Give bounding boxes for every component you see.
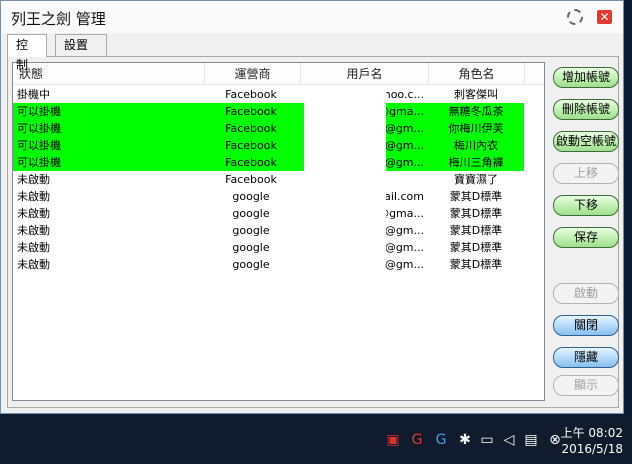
close-button[interactable]: 關閉	[553, 315, 619, 336]
provider-cell: Facebook	[225, 156, 277, 169]
status-cell: 未啟動	[17, 190, 50, 203]
role-cell: 梅川內衣	[454, 139, 498, 152]
start-empty-account-button[interactable]: 啟動空帳號	[553, 131, 619, 152]
status-cell: 未啟動	[17, 173, 50, 186]
column-header-username[interactable]: 用戶名	[301, 63, 429, 85]
provider-cell: google	[232, 241, 270, 254]
role-cell: 你梅川伊芙	[448, 122, 504, 135]
table-row[interactable]: 未啟動 google @gm... 蒙其D標準	[13, 239, 524, 256]
app-window: 列王之劍 管理 ✕ 控制 設置 狀態 運營商 用戶名 角色名 掛機中 Facebo…	[0, 0, 624, 414]
table-row[interactable]: 掛機中 Facebook hoo.c... 刺客傑叫	[13, 86, 524, 103]
table-row[interactable]: 未啟動 Facebook 寶寶濕了	[13, 171, 524, 188]
table-row[interactable]: 可以掛機 Facebook @gm... 梅川三角褲	[13, 154, 524, 171]
network-icon[interactable]: ▭	[478, 431, 496, 449]
control-panel: 狀態 運營商 用戶名 角色名 掛機中 Facebook hoo.c... 刺客傑叫 可以…	[7, 56, 619, 408]
provider-cell: Facebook	[225, 139, 277, 152]
role-cell: 蒙其D標準	[449, 190, 503, 203]
start-button[interactable]: 啟動	[553, 283, 619, 304]
column-header-role[interactable]: 角色名	[429, 63, 525, 85]
status-cell: 可以掛機	[17, 156, 61, 169]
move-up-button[interactable]: 上移	[553, 163, 619, 184]
taskbar: ▣ G G ✱ ▭ ◁ ▤ ⊗ 上午 08:02 2016/5/18	[0, 415, 632, 464]
status-cell: 未啟動	[17, 258, 50, 271]
tab-control[interactable]: 控制	[7, 34, 47, 72]
notification-icon[interactable]: ▤	[522, 431, 540, 449]
status-cell: 掛機中	[17, 88, 50, 101]
provider-cell: google	[232, 224, 270, 237]
show-button[interactable]: 顯示	[553, 375, 619, 396]
status-cell: 可以掛機	[17, 139, 61, 152]
table-header: 狀態 運營商 用戶名 角色名	[13, 63, 544, 85]
column-header-provider[interactable]: 運營商	[205, 63, 301, 85]
volume-icon[interactable]: ◁	[500, 431, 518, 449]
title-bar: 列王之劍 管理 ✕	[1, 1, 623, 33]
role-cell: 刺客傑叫	[454, 88, 498, 101]
status-cell: 可以掛機	[17, 122, 61, 135]
provider-cell: google	[232, 207, 270, 220]
table-row[interactable]: 可以掛機 Facebook @gma... 無糖冬瓜茶	[13, 103, 524, 120]
status-cell: 可以掛機	[17, 105, 61, 118]
provider-cell: Facebook	[225, 105, 277, 118]
role-cell: 寶寶濕了	[454, 173, 498, 186]
role-cell: 蒙其D標準	[449, 241, 503, 254]
role-cell: 無糖冬瓜茶	[448, 105, 504, 118]
provider-cell: Facebook	[225, 88, 277, 101]
status-cell: 未啟動	[17, 224, 50, 237]
gi-icon[interactable]: G	[408, 431, 426, 449]
column-header-status[interactable]: 狀態	[13, 63, 205, 85]
tab-settings[interactable]: 設置	[55, 34, 107, 56]
table-row[interactable]: 未啟動 google mail.com 蒙其D標準	[13, 188, 524, 205]
account-table[interactable]: 狀態 運營商 用戶名 角色名 掛機中 Facebook hoo.c... 刺客傑叫 可以…	[12, 62, 545, 401]
save-button[interactable]: 保存	[553, 227, 619, 248]
clock-time: 上午 08:02	[560, 426, 623, 440]
table-row[interactable]: 可以掛機 Facebook @gm... 梅川內衣	[13, 137, 524, 154]
table-row[interactable]: 未啟動 google @gm... 蒙其D標準	[13, 256, 524, 273]
provider-cell: google	[232, 258, 270, 271]
game-icon[interactable]: ▣	[384, 431, 402, 449]
add-account-button[interactable]: 增加帳號	[553, 67, 619, 88]
logitech-icon[interactable]: G	[432, 431, 450, 449]
move-down-button[interactable]: 下移	[553, 195, 619, 216]
gear-icon[interactable]	[567, 9, 583, 25]
role-cell: 蒙其D標準	[449, 258, 503, 271]
status-cell: 未啟動	[17, 241, 50, 254]
system-clock[interactable]: 上午 08:02 2016/5/18	[553, 425, 623, 457]
status-cell: 未啟動	[17, 207, 50, 220]
provider-cell: Facebook	[225, 122, 277, 135]
provider-cell: google	[232, 190, 270, 203]
table-row[interactable]: 未啟動 google @gma... 蒙其D標準	[13, 205, 524, 222]
clock-date: 2016/5/18	[561, 442, 623, 456]
provider-cell: Facebook	[225, 173, 277, 186]
role-cell: 蒙其D標準	[449, 207, 503, 220]
hide-button[interactable]: 隱藏	[553, 347, 619, 368]
bluetooth-icon[interactable]: ✱	[456, 431, 474, 449]
window-title: 列王之劍 管理	[11, 10, 106, 28]
table-row[interactable]: 未啟動 google @gm... 蒙其D標準	[13, 222, 524, 239]
role-cell: 蒙其D標準	[449, 224, 503, 237]
role-cell: 梅川三角褲	[448, 156, 504, 169]
redacted-area	[304, 86, 386, 264]
table-row[interactable]: 可以掛機 Facebook @gm... 你梅川伊芙	[13, 120, 524, 137]
close-icon[interactable]: ✕	[597, 10, 612, 24]
delete-account-button[interactable]: 刪除帳號	[553, 99, 619, 120]
